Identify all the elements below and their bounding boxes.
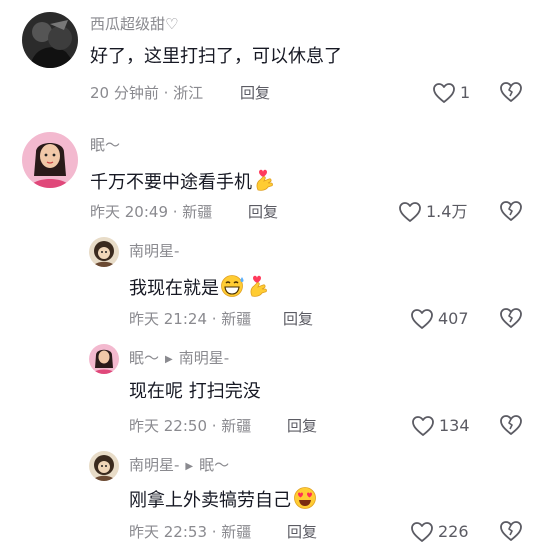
reply-username: 眠～ ▶ 南明星-	[129, 348, 229, 370]
broken-heart-icon	[500, 308, 522, 328]
pink-doll-avatar-icon	[22, 132, 78, 188]
reply-item: 眠～ ▶ 南明星- 现在呢 打扫完没 昨天 22:50 · 新疆 回复 134	[0, 338, 544, 446]
avatar[interactable]	[89, 237, 119, 267]
like-button[interactable]: 1.4万	[398, 200, 467, 224]
comment-item: 眠～ 千万不要中途看手机 昨天 20:49 · 新疆 回复 1.4万	[0, 120, 544, 230]
dark-bw-avatar-icon	[22, 12, 78, 68]
like-count: 134	[439, 416, 470, 435]
reply-time-location: 昨天 22:53 · 新疆	[129, 523, 252, 541]
reply-text-content: 刚拿上外卖犒劳自己	[129, 490, 291, 511]
reply-button[interactable]: 回复	[287, 416, 317, 436]
pink-doll-avatar-icon	[89, 344, 119, 374]
reply-text: 我现在就是	[129, 272, 271, 305]
comment-username[interactable]: 眠～	[90, 135, 120, 155]
brown-character-avatar-icon	[89, 237, 119, 267]
comment-section: 西瓜超级甜♡ 好了，这里打扫了，可以休息了 20 分钟前 · 浙江 回复 1 眠…	[0, 0, 544, 553]
heart-outline-icon	[411, 309, 433, 329]
reply-button[interactable]: 回复	[248, 202, 278, 222]
reply-to-user[interactable]: 眠～	[199, 456, 229, 474]
dislike-button[interactable]	[499, 414, 523, 438]
avatar[interactable]	[89, 451, 119, 481]
like-button[interactable]: 407	[410, 307, 469, 331]
reply-author[interactable]: 南明星-	[129, 456, 179, 474]
reply-item: 南明星- 我现在就是 昨天 21:24 · 新疆 回复 407	[0, 230, 544, 338]
dislike-button[interactable]	[499, 200, 523, 224]
broken-heart-icon	[500, 415, 522, 435]
avatar[interactable]	[22, 12, 78, 68]
comment-username[interactable]: 西瓜超级甜♡	[90, 14, 178, 34]
avatar[interactable]	[22, 132, 78, 188]
dislike-button[interactable]	[499, 81, 523, 105]
like-button[interactable]: 226	[410, 520, 469, 544]
reply-item: 南明星- ▶ 眠～ 刚拿上外卖犒劳自己 昨天 22:53 · 新疆 回复 226	[0, 446, 544, 553]
heart-outline-icon	[411, 522, 433, 542]
reply-time-location: 昨天 21:24 · 新疆	[129, 310, 252, 328]
reply-text: 刚拿上外卖犒劳自己	[129, 486, 318, 517]
heart-eyes-emoji-icon	[292, 486, 318, 517]
heart-outline-icon	[433, 83, 455, 103]
reply-text: 现在呢 打扫完没	[129, 381, 261, 402]
heart-hand-emoji-icon	[247, 272, 271, 305]
heart-outline-icon	[412, 416, 434, 436]
comment-time-location: 20 分钟前 · 浙江	[90, 84, 204, 102]
avatar[interactable]	[89, 344, 119, 374]
like-count: 1	[460, 83, 471, 102]
like-button[interactable]: 134	[411, 414, 470, 438]
broken-heart-icon	[500, 201, 522, 221]
comment-time-location: 昨天 20:49 · 新疆	[90, 203, 213, 221]
dislike-button[interactable]	[499, 307, 523, 331]
comment-text-content: 千万不要中途看手机	[90, 172, 252, 193]
like-button[interactable]: 1	[432, 81, 470, 105]
reply-text-content: 我现在就是	[129, 278, 219, 299]
reply-button[interactable]: 回复	[283, 309, 313, 329]
heart-hand-emoji-icon	[253, 166, 277, 199]
reply-button[interactable]: 回复	[287, 522, 317, 542]
comment-item: 西瓜超级甜♡ 好了，这里打扫了，可以休息了 20 分钟前 · 浙江 回复 1	[0, 0, 544, 120]
broken-heart-icon	[500, 82, 522, 102]
like-count: 226	[438, 522, 469, 541]
reply-author[interactable]: 眠～	[129, 349, 159, 367]
reply-arrow-icon: ▶	[185, 461, 194, 472]
reply-username: 南明星- ▶ 眠～	[129, 455, 229, 477]
reply-time-location: 昨天 22:50 · 新疆	[129, 417, 252, 435]
grinning-sweat-emoji-icon	[220, 274, 246, 305]
broken-heart-icon	[500, 521, 522, 541]
reply-to-user[interactable]: 南明星-	[179, 349, 229, 367]
dislike-button[interactable]	[499, 520, 523, 544]
like-count: 407	[438, 309, 469, 328]
comment-text: 好了，这里打扫了，可以休息了	[90, 46, 342, 67]
reply-button[interactable]: 回复	[240, 83, 270, 103]
reply-username[interactable]: 南明星-	[129, 241, 179, 261]
reply-arrow-icon: ▶	[165, 354, 173, 365]
like-count: 1.4万	[426, 202, 468, 221]
comment-text: 千万不要中途看手机	[90, 166, 277, 199]
heart-outline-icon	[399, 202, 421, 222]
brown-character-avatar-icon	[89, 451, 119, 481]
